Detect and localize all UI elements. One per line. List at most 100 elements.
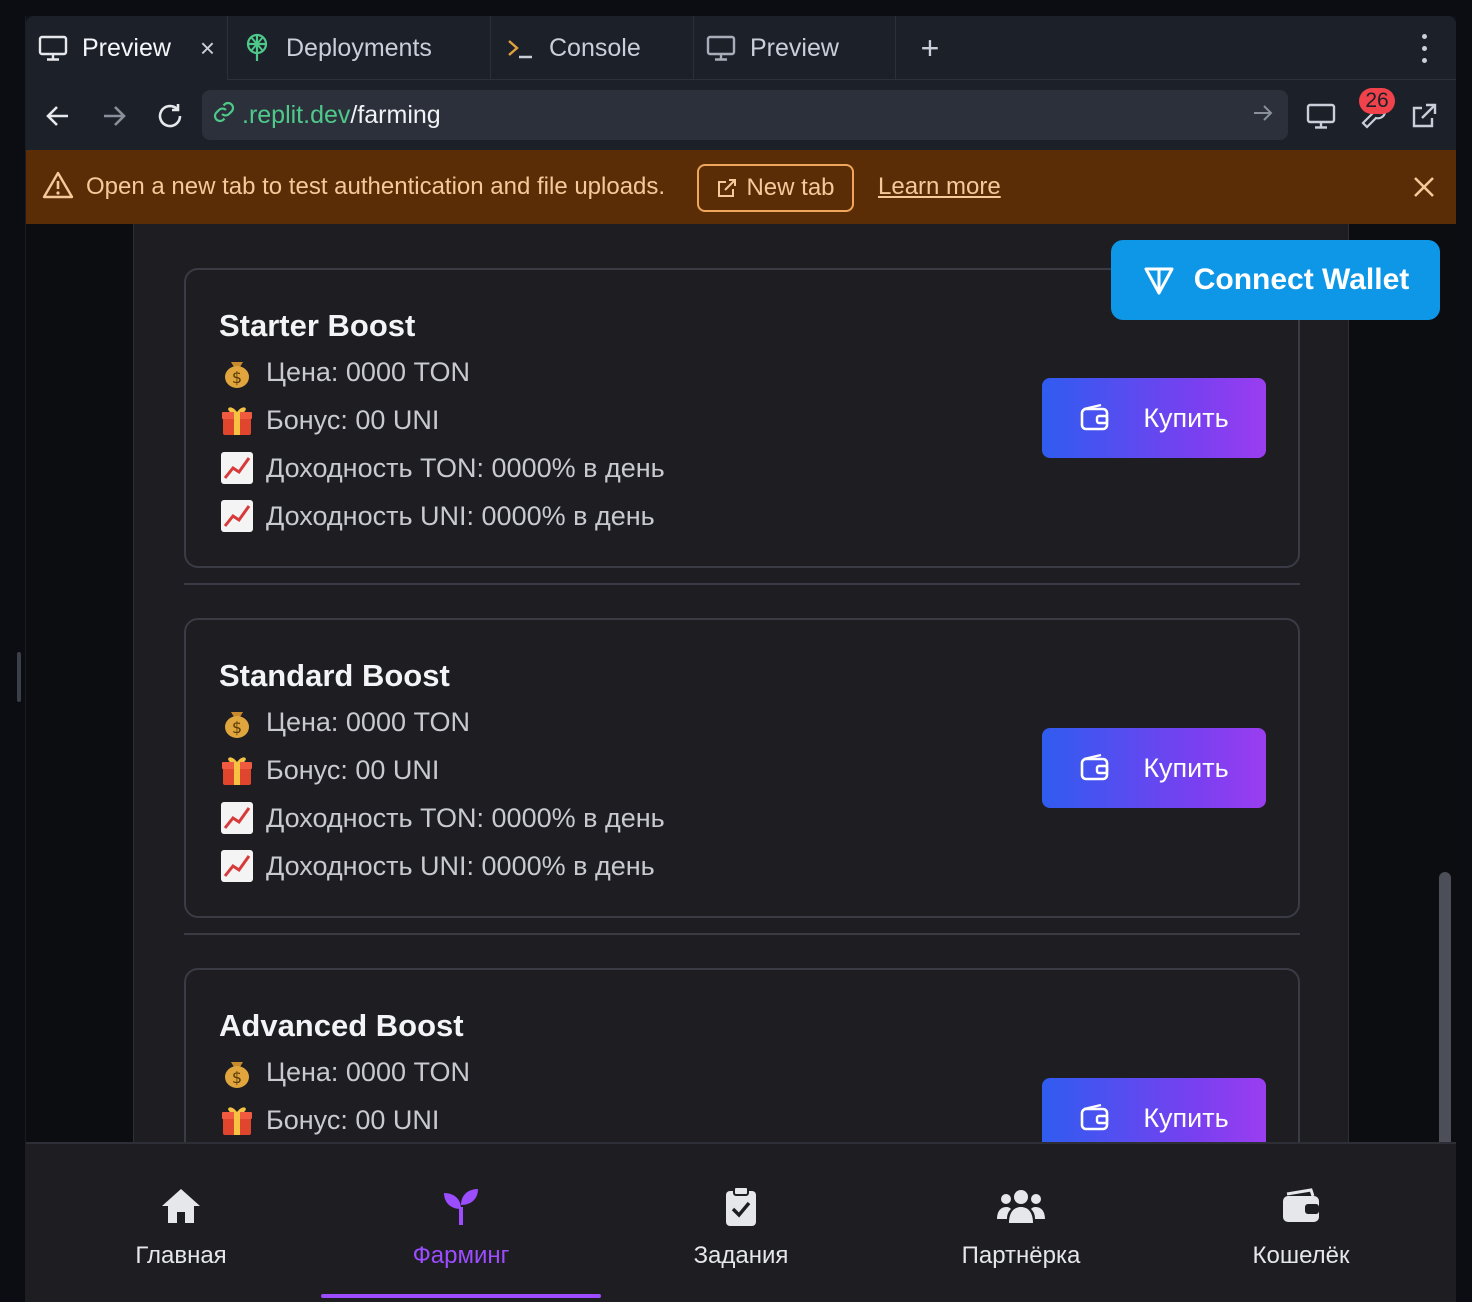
external-link-icon: [718, 179, 737, 197]
nav-item-tasks[interactable]: Задания: [601, 1144, 881, 1294]
tab-preview[interactable]: Preview: [694, 16, 896, 80]
device-preview-icon[interactable]: [1301, 96, 1341, 136]
buy-button[interactable]: Купить: [1042, 728, 1266, 808]
boost-price-text: Цена: 0000 TON: [266, 1056, 470, 1087]
connect-wallet-label: Connect Wallet: [1193, 263, 1410, 296]
resize-handle[interactable]: [17, 652, 21, 702]
boost-bonus-text: Бонус: 00 UNI: [266, 754, 440, 785]
monitor-icon: [38, 33, 68, 63]
go-arrow-icon[interactable]: [1252, 102, 1274, 131]
money-bag-icon: $: [225, 712, 249, 738]
tab-console[interactable]: Console: [491, 16, 694, 80]
left-pane-edge: [0, 16, 26, 1302]
boost-yield-uni-text: Доходность UNI: 0000% в день: [266, 500, 655, 531]
users-icon: [997, 1184, 1045, 1228]
gift-icon: [222, 407, 252, 435]
nav-item-home[interactable]: Главная: [41, 1144, 321, 1294]
buy-label: Купить: [1143, 402, 1229, 433]
scrollbar[interactable]: [1439, 872, 1451, 1142]
buy-label: Купить: [1143, 1102, 1229, 1133]
boost-price-text: Цена: 0000 TON: [266, 706, 470, 737]
banner-message: Open a new tab to test authentication an…: [86, 173, 666, 200]
app-viewport: Starter Boost $ Цена: 0000 TON Бонус: 00…: [26, 224, 1456, 1142]
tab-label: Preview: [82, 33, 171, 62]
active-indicator: [321, 1294, 601, 1298]
gift-icon: [222, 1107, 252, 1135]
url-input[interactable]: .replit.dev/farming: [202, 90, 1288, 140]
reload-button[interactable]: [150, 96, 190, 136]
nav-item-farming[interactable]: Фарминг: [321, 1144, 601, 1298]
wallet-icon: [1081, 1103, 1109, 1131]
link-icon: [212, 100, 236, 131]
nav-item-wallet[interactable]: Кошелёк: [1161, 1144, 1441, 1294]
boost-bonus: Бонус: 00 UNI: [219, 1102, 439, 1138]
address-bar-row: .replit.dev/farming 26: [26, 80, 1456, 150]
nav-label: Партнёрка: [961, 1242, 1081, 1269]
chart-up-icon: [221, 500, 253, 532]
boost-yield-ton: Доходность TON: 0000% в день: [219, 800, 665, 836]
forward-button[interactable]: [94, 96, 134, 136]
boost-title: Starter Boost: [219, 308, 416, 343]
money-bag-icon: $: [225, 1062, 249, 1088]
open-external-icon[interactable]: [1404, 96, 1444, 136]
wallet-icon: [1081, 753, 1109, 781]
boost-bonus-text: Бонус: 00 UNI: [266, 404, 440, 435]
right-pane-edge: [1456, 16, 1472, 1302]
svg-text:$: $: [232, 368, 242, 387]
url-path: /farming: [350, 100, 441, 129]
close-banner-icon[interactable]: [1411, 174, 1437, 205]
boost-yield-ton-text: Доходность TON: 0000% в день: [266, 452, 665, 483]
buy-button[interactable]: Купить: [1042, 378, 1266, 458]
nav-item-partners[interactable]: Партнёрка: [881, 1144, 1161, 1294]
svg-text:$: $: [232, 718, 242, 737]
tab-preview-active[interactable]: Preview ×: [26, 16, 228, 80]
boost-title: Advanced Boost: [219, 1008, 464, 1043]
monitor-icon: [706, 33, 736, 63]
connect-wallet-button[interactable]: Connect Wallet: [1111, 240, 1440, 320]
notification-badge: 26: [1359, 88, 1395, 114]
home-icon: [160, 1184, 202, 1228]
boost-bonus: Бонус: 00 UNI: [219, 752, 439, 788]
tab-label: Preview: [750, 33, 839, 62]
boost-title: Standard Boost: [219, 658, 450, 693]
more-options-icon[interactable]: [1414, 30, 1434, 66]
chart-up-icon: [221, 452, 253, 484]
nav-label: Главная: [135, 1242, 227, 1269]
boost-yield-ton: Доходность TON: 0000% в день: [219, 450, 665, 486]
learn-more-link[interactable]: Learn more: [878, 173, 1001, 201]
money-bag-icon: $: [225, 362, 249, 388]
close-icon[interactable]: ×: [200, 33, 215, 64]
chart-up-icon: [221, 850, 253, 882]
divider: [184, 933, 1300, 935]
back-button[interactable]: [38, 96, 78, 136]
boost-price: $ Цена: 0000 TON: [219, 354, 470, 390]
nav-label: Задания: [693, 1242, 789, 1269]
wallet-icon: [1281, 1184, 1321, 1228]
boost-card: Standard Boost $ Цена: 0000 TON Бонус: 0…: [184, 618, 1300, 918]
ton-icon: [1144, 267, 1174, 295]
clipboard-check-icon: [724, 1184, 758, 1228]
tab-deployments[interactable]: Deployments: [228, 16, 491, 80]
divider: [184, 583, 1300, 585]
preview-panel: Preview × Deployments Console Preview + …: [26, 16, 1456, 1302]
window-top-strip: [0, 0, 1472, 16]
bottom-navigation: Главная Фарминг Задания Партнёрка Кошелё…: [26, 1142, 1456, 1302]
nav-label: Фарминг: [412, 1242, 510, 1269]
gift-icon: [222, 757, 252, 785]
tab-label: Deployments: [286, 33, 432, 62]
boost-yield-uni-text: Доходность UNI: 0000% в день: [266, 850, 655, 881]
new-tab-button[interactable]: New tab: [697, 164, 854, 212]
chart-up-icon: [221, 802, 253, 834]
boost-card: Advanced Boost $ Цена: 0000 TON Бонус: 0…: [184, 968, 1300, 1142]
terminal-icon: [505, 33, 535, 63]
boost-price: $ Цена: 0000 TON: [219, 704, 470, 740]
buy-button[interactable]: Купить: [1042, 1078, 1266, 1142]
wallet-icon: [1081, 403, 1109, 431]
svg-text:$: $: [232, 1068, 242, 1087]
warning-icon: [42, 170, 74, 205]
add-tab-button[interactable]: +: [914, 30, 946, 67]
boost-bonus-text: Бонус: 00 UNI: [266, 1104, 440, 1135]
boost-bonus: Бонус: 00 UNI: [219, 402, 439, 438]
new-tab-label: New tab: [746, 174, 835, 201]
farming-page: Starter Boost $ Цена: 0000 TON Бонус: 00…: [133, 224, 1349, 1142]
